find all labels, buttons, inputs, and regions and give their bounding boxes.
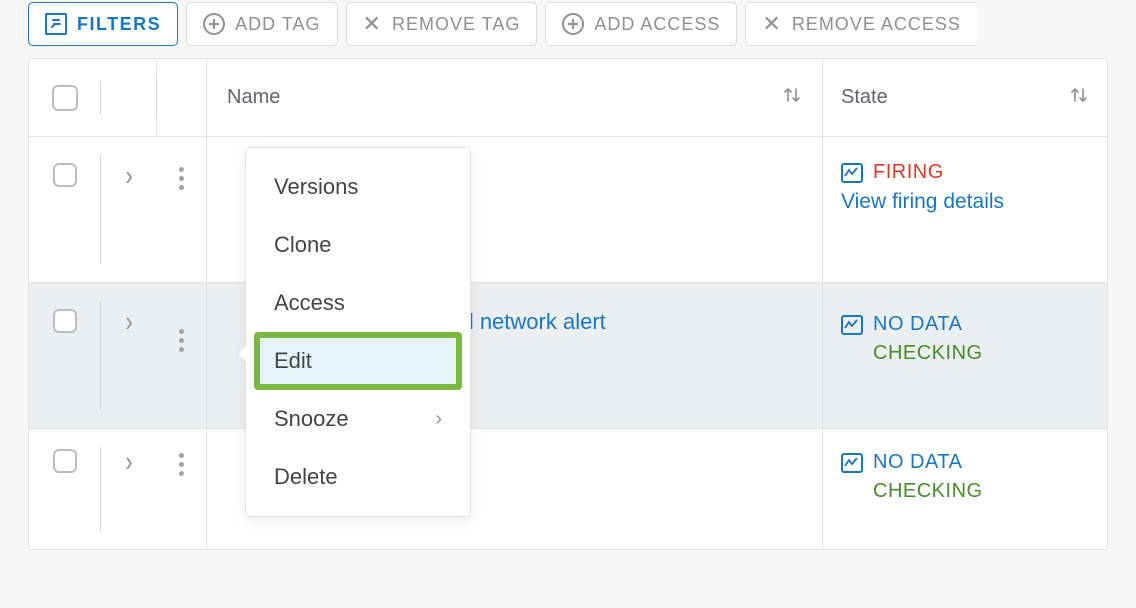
- menu-item-label: Versions: [274, 174, 358, 200]
- row-checkbox[interactable]: [53, 163, 77, 187]
- toolbar: FILTERS ADD TAG ✕ REMOVE TAG ADD ACCESS …: [0, 0, 1136, 58]
- header-checkbox-cell: [29, 59, 101, 136]
- close-icon: ✕: [762, 13, 781, 35]
- add-access-button[interactable]: ADD ACCESS: [545, 2, 737, 46]
- chevron-right-icon: ›: [125, 445, 132, 479]
- menu-item-access[interactable]: Access: [246, 274, 470, 332]
- chart-icon: [841, 453, 863, 473]
- menu-item-versions[interactable]: Versions: [246, 158, 470, 216]
- menu-item-delete[interactable]: Delete: [246, 448, 470, 506]
- menu-item-edit[interactable]: Edit: [256, 334, 460, 388]
- select-all-checkbox[interactable]: [52, 85, 78, 111]
- table-row: › and network alert 51 NO DATA CHECKING: [29, 283, 1107, 429]
- menu-item-label: Edit: [274, 348, 312, 374]
- row-state-cell: NO DATA CHECKING: [823, 429, 1107, 549]
- filters-button[interactable]: FILTERS: [28, 2, 178, 46]
- menu-item-label: Snooze: [274, 406, 349, 432]
- remove-tag-button[interactable]: ✕ REMOVE TAG: [346, 2, 538, 46]
- row-expand-cell[interactable]: ›: [101, 283, 157, 428]
- state-substatus: CHECKING: [873, 480, 1089, 503]
- add-access-label: ADD ACCESS: [594, 14, 720, 35]
- plus-icon: [203, 13, 225, 35]
- chart-icon: [841, 163, 863, 183]
- add-tag-label: ADD TAG: [235, 14, 320, 35]
- row-state-cell: NO DATA CHECKING: [823, 283, 1107, 428]
- chevron-right-icon: ›: [125, 305, 132, 339]
- row-checkbox-cell: [29, 429, 101, 549]
- menu-item-snooze[interactable]: Snooze ›: [246, 390, 470, 448]
- row-actions-cell[interactable]: [157, 429, 207, 549]
- menu-item-label: Access: [274, 290, 345, 316]
- state-status: FIRING: [873, 161, 944, 184]
- state-status: NO DATA: [873, 313, 962, 336]
- chevron-right-icon: ›: [435, 408, 442, 431]
- state-substatus: CHECKING: [873, 342, 1089, 365]
- sort-icon: [782, 85, 802, 110]
- row-actions-cell[interactable]: [157, 137, 207, 282]
- row-checkbox-cell: [29, 137, 101, 282]
- row-checkbox[interactable]: [53, 309, 77, 333]
- row-actions-cell[interactable]: [157, 283, 207, 428]
- view-firing-details-link[interactable]: View firing details: [841, 190, 1089, 214]
- menu-item-label: Clone: [274, 232, 331, 258]
- filters-label: FILTERS: [77, 14, 161, 35]
- header-state-label: State: [841, 86, 888, 109]
- row-state-cell: FIRING View firing details: [823, 137, 1107, 282]
- header-name-label: Name: [227, 86, 280, 109]
- header-spacer-2: [157, 59, 207, 136]
- state-status: NO DATA: [873, 451, 962, 474]
- chevron-right-icon: ›: [125, 159, 132, 193]
- row-checkbox[interactable]: [53, 449, 77, 473]
- remove-access-button[interactable]: ✕ REMOVE ACCESS: [745, 2, 976, 46]
- table-row: › 93 FIRING View firing details: [29, 137, 1107, 283]
- add-tag-button[interactable]: ADD TAG: [186, 2, 337, 46]
- menu-item-clone[interactable]: Clone: [246, 216, 470, 274]
- table-header-row: Name State: [29, 59, 1107, 137]
- close-icon: ✕: [363, 13, 382, 35]
- menu-item-label: Delete: [274, 464, 338, 490]
- alerts-table: Name State › 93: [28, 58, 1108, 550]
- header-name-cell[interactable]: Name: [207, 59, 823, 136]
- row-expand-cell[interactable]: ›: [101, 137, 157, 282]
- filters-icon: [45, 13, 67, 35]
- row-context-menu: Versions Clone Access Edit Snooze › Dele…: [245, 147, 471, 517]
- plus-icon: [562, 13, 584, 35]
- kebab-icon: [179, 329, 184, 352]
- chart-icon: [841, 315, 863, 335]
- table-row: › ert_01 95 NO DATA CHECKING: [29, 429, 1107, 549]
- kebab-icon: [179, 453, 184, 476]
- kebab-icon: [179, 167, 184, 190]
- remove-access-label: REMOVE ACCESS: [792, 14, 961, 35]
- header-spacer: [101, 59, 157, 136]
- row-expand-cell[interactable]: ›: [101, 429, 157, 549]
- header-state-cell[interactable]: State: [823, 59, 1107, 136]
- remove-tag-label: REMOVE TAG: [392, 14, 520, 35]
- row-checkbox-cell: [29, 283, 101, 428]
- sort-icon: [1069, 85, 1089, 110]
